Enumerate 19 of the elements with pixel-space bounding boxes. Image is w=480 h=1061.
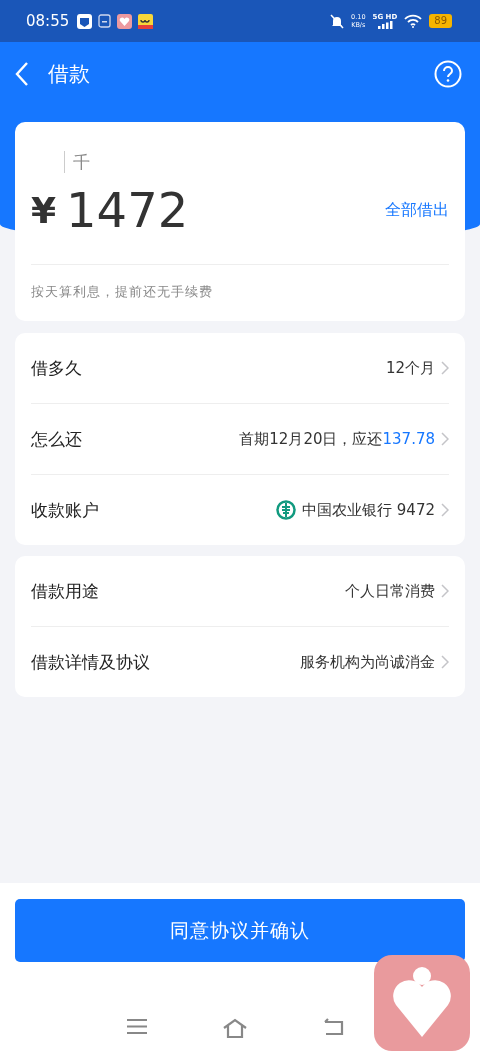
unit-hint: 千 xyxy=(73,150,90,174)
amount-value[interactable]: 1472 xyxy=(66,182,189,238)
confirm-button[interactable]: 同意协议并确认 xyxy=(15,899,465,962)
currency-symbol: ¥ xyxy=(31,189,57,231)
row-value[interactable]: 中国农业银行 9472 xyxy=(302,500,435,520)
battery-indicator: 89 xyxy=(429,14,452,28)
row-value[interactable]: 服务机构为尚诚消金 xyxy=(300,652,435,672)
row-label: 收款账户 xyxy=(31,498,99,522)
row-value[interactable]: 首期12月20日，应还137.78 xyxy=(239,429,435,449)
row-value[interactable]: 个人日常消费 xyxy=(345,581,435,601)
interest-note: 按天算利息，提前还无手续费 xyxy=(31,283,214,301)
borrow-all-link[interactable]: 全部借出 xyxy=(385,199,449,221)
row-label: 借多久 xyxy=(31,356,82,380)
row-label: 借款详情及协议 xyxy=(31,650,150,674)
row-value[interactable]: 12个月 xyxy=(385,358,435,378)
clock: 08:55 xyxy=(26,12,70,30)
page-title: 借款 xyxy=(48,61,90,88)
row-label: 借款用途 xyxy=(31,579,99,603)
row-label: 怎么还 xyxy=(31,427,82,451)
